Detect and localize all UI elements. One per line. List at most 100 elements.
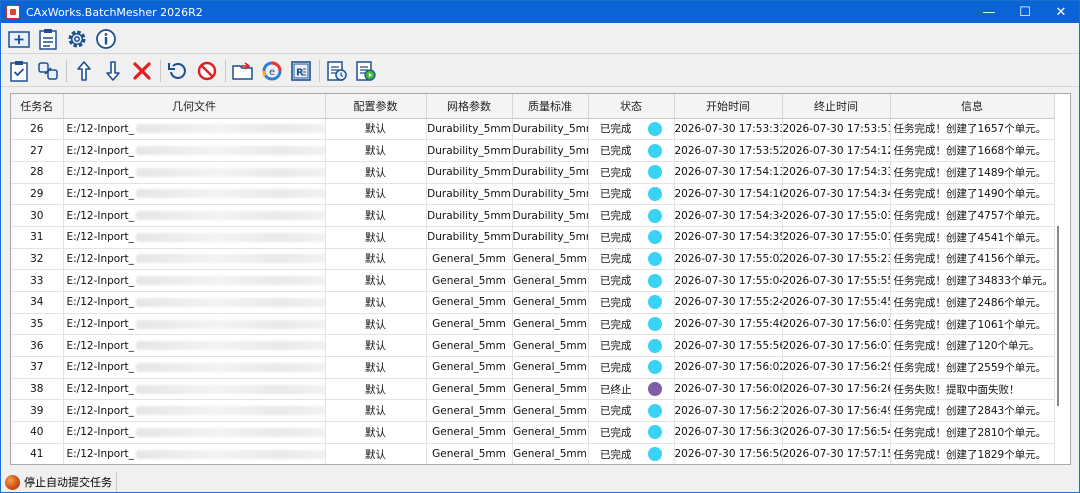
status-text: 已完成 xyxy=(600,253,632,266)
status-indicator-icon xyxy=(648,165,662,180)
column-header-start-time[interactable]: 开始时间 xyxy=(674,94,783,119)
column-header-mesh-params[interactable]: 网格参数 xyxy=(426,94,513,119)
cell-quality: General_5mm xyxy=(512,443,589,464)
cell-mesh-params: Durability_5mm xyxy=(426,204,513,227)
cell-task-name: 32 xyxy=(11,248,64,271)
cell-mesh-params: General_5mm xyxy=(426,399,513,423)
cell-geometry-file: E:/12-Inport_ xyxy=(63,248,326,271)
cell-end-time: 2026-07-30 17:53:51 xyxy=(782,118,891,141)
table-row[interactable]: 39 E:/12-Inport_ 默认 General_5mm General_5mm 已… xyxy=(11,399,1055,423)
status-indicator-icon xyxy=(648,230,662,245)
status-text: 已完成 xyxy=(600,123,632,136)
redacted-path xyxy=(135,211,324,221)
cell-mesh-params: Durability_5mm xyxy=(426,161,513,184)
cell-info: 任务完成！创建了2559个单元。 xyxy=(890,356,1055,379)
table-row[interactable]: 40 E:/12-Inport_ 默认 General_5mm General_5mm 已… xyxy=(11,421,1055,444)
move-up-button[interactable] xyxy=(70,58,98,84)
info-button[interactable] xyxy=(92,26,120,52)
table-row[interactable]: 41 E:/12-Inport_ 默认 General_5mm General_5mm 已… xyxy=(11,443,1055,464)
column-header-config[interactable]: 配置参数 xyxy=(325,94,427,119)
refresh-button[interactable] xyxy=(164,58,192,84)
stop-auto-submit-label: 停止自动提交任务 xyxy=(24,476,112,489)
table-row[interactable]: 32 E:/12-Inport_ 默认 General_5mm General_5mm 已… xyxy=(11,248,1055,271)
table-row[interactable]: 29 E:/12-Inport_ 默认 Durability_5mm Durabilit… xyxy=(11,183,1055,206)
redacted-path xyxy=(135,341,324,351)
close-button[interactable]: ✕ xyxy=(1043,1,1079,23)
stop-button[interactable] xyxy=(193,58,221,84)
cell-geometry-file: E:/12-Inport_ xyxy=(63,226,326,249)
cell-quality: Durability_5mm xyxy=(512,139,589,162)
status-indicator-icon xyxy=(648,317,662,332)
cell-geometry-file: E:/12-Inport_ xyxy=(63,378,326,401)
settings-button[interactable] xyxy=(63,26,91,52)
cell-geometry-file: E:/12-Inport_ xyxy=(63,421,326,444)
cell-end-time: 2026-07-30 17:56:54 xyxy=(782,421,891,444)
table-row[interactable]: 31 E:/12-Inport_ 默认 Durability_5mm Durabilit… xyxy=(11,226,1055,249)
status-indicator-icon xyxy=(648,121,662,136)
move-down-button[interactable] xyxy=(99,58,127,84)
status-indicator-icon xyxy=(648,338,662,353)
cell-quality: Durability_5mm xyxy=(512,226,589,249)
cell-end-time: 2026-07-30 17:55:55 xyxy=(782,269,891,292)
redacted-path xyxy=(135,297,324,307)
status-indicator-icon xyxy=(648,360,662,375)
open-folder-button[interactable] xyxy=(229,58,257,84)
cell-config: 默认 xyxy=(325,226,427,249)
export-button[interactable]: e xyxy=(258,58,286,84)
cell-geometry-file: E:/12-Inport_ xyxy=(63,356,326,379)
table-row[interactable]: 37 E:/12-Inport_ 默认 General_5mm General_5mm 已… xyxy=(11,356,1055,379)
table-row[interactable]: 34 E:/12-Inport_ 默认 General_5mm General_5mm 已… xyxy=(11,291,1055,314)
vertical-scrollbar[interactable] xyxy=(1057,226,1059,406)
check-list-button[interactable] xyxy=(5,58,33,84)
table-row[interactable]: 30 E:/12-Inport_ 默认 Durability_5mm Durabilit… xyxy=(11,204,1055,227)
cell-config: 默认 xyxy=(325,399,427,423)
cell-info: 任务失败！提取中面失败！ xyxy=(890,378,1055,401)
cell-task-name: 34 xyxy=(11,291,64,314)
info-icon xyxy=(96,28,116,49)
cell-task-name: 33 xyxy=(11,269,64,292)
column-header-geometry-file[interactable]: 几何文件 xyxy=(63,94,326,119)
redacted-path xyxy=(135,146,324,156)
status-text: 已完成 xyxy=(600,426,632,439)
task-list-button[interactable] xyxy=(34,26,62,52)
geometry-file-path: E:/12-Inport_ xyxy=(66,122,134,135)
table-row[interactable]: 35 E:/12-Inport_ 默认 General_5mm General_5mm 已… xyxy=(11,313,1055,336)
report-button[interactable]: R xyxy=(287,58,315,84)
cell-info: 任务完成！创建了2486个单元。 xyxy=(890,291,1055,314)
minimize-button[interactable]: — xyxy=(971,1,1007,23)
delete-button[interactable] xyxy=(128,58,156,84)
column-header-end-time[interactable]: 终止时间 xyxy=(782,94,891,119)
cell-task-name: 36 xyxy=(11,334,64,358)
link-button[interactable] xyxy=(34,58,62,84)
settings-file-button[interactable] xyxy=(323,58,351,84)
column-header-quality[interactable]: 质量标准 xyxy=(512,94,589,119)
cell-end-time: 2026-07-30 17:56:26 xyxy=(782,378,891,401)
cell-start-time: 2026-07-30 17:55:24 xyxy=(674,291,783,314)
table-row[interactable]: 38 E:/12-Inport_ 默认 General_5mm General_5mm 已… xyxy=(11,378,1055,401)
table-row[interactable]: 27 E:/12-Inport_ 默认 Durability_5mm Durabilit… xyxy=(11,139,1055,162)
geometry-file-path: E:/12-Inport_ xyxy=(66,361,134,374)
geometry-file-path: E:/12-Inport_ xyxy=(66,339,134,352)
cell-mesh-params: General_5mm xyxy=(426,443,513,464)
table-row[interactable]: 26 E:/12-Inport_ 默认 Durability_5mm Durabilit… xyxy=(11,118,1055,141)
table-row[interactable]: 36 E:/12-Inport_ 默认 General_5mm General_5mm 已… xyxy=(11,334,1055,358)
table-row[interactable]: 28 E:/12-Inport_ 默认 Durability_5mm Durabilit… xyxy=(11,161,1055,184)
status-bar: 停止自动提交任务 xyxy=(1,471,1079,493)
column-header-info[interactable]: 信息 xyxy=(890,94,1055,119)
table-row[interactable]: 33 E:/12-Inport_ 默认 General_5mm General_5mm 已… xyxy=(11,269,1055,292)
cell-quality: Durability_5mm xyxy=(512,161,589,184)
cell-config: 默认 xyxy=(325,334,427,358)
cell-quality: Durability_5mm xyxy=(512,183,589,206)
cell-start-time: 2026-07-30 17:56:50 xyxy=(674,443,783,464)
status-indicator-icon xyxy=(648,143,662,158)
new-file-button[interactable] xyxy=(5,26,33,52)
cell-status: 已完成 xyxy=(588,443,675,464)
status-text: 已完成 xyxy=(600,296,632,309)
stop-auto-submit-button[interactable]: 停止自动提交任务 xyxy=(5,472,117,492)
cell-task-name: 30 xyxy=(11,204,64,227)
column-header-status[interactable]: 状态 xyxy=(588,94,675,119)
cell-start-time: 2026-07-30 17:56:27 xyxy=(674,399,783,423)
run-file-button[interactable] xyxy=(352,58,380,84)
maximize-button[interactable]: ☐ xyxy=(1007,1,1043,23)
column-header-task-name[interactable]: 任务名 xyxy=(11,94,64,119)
